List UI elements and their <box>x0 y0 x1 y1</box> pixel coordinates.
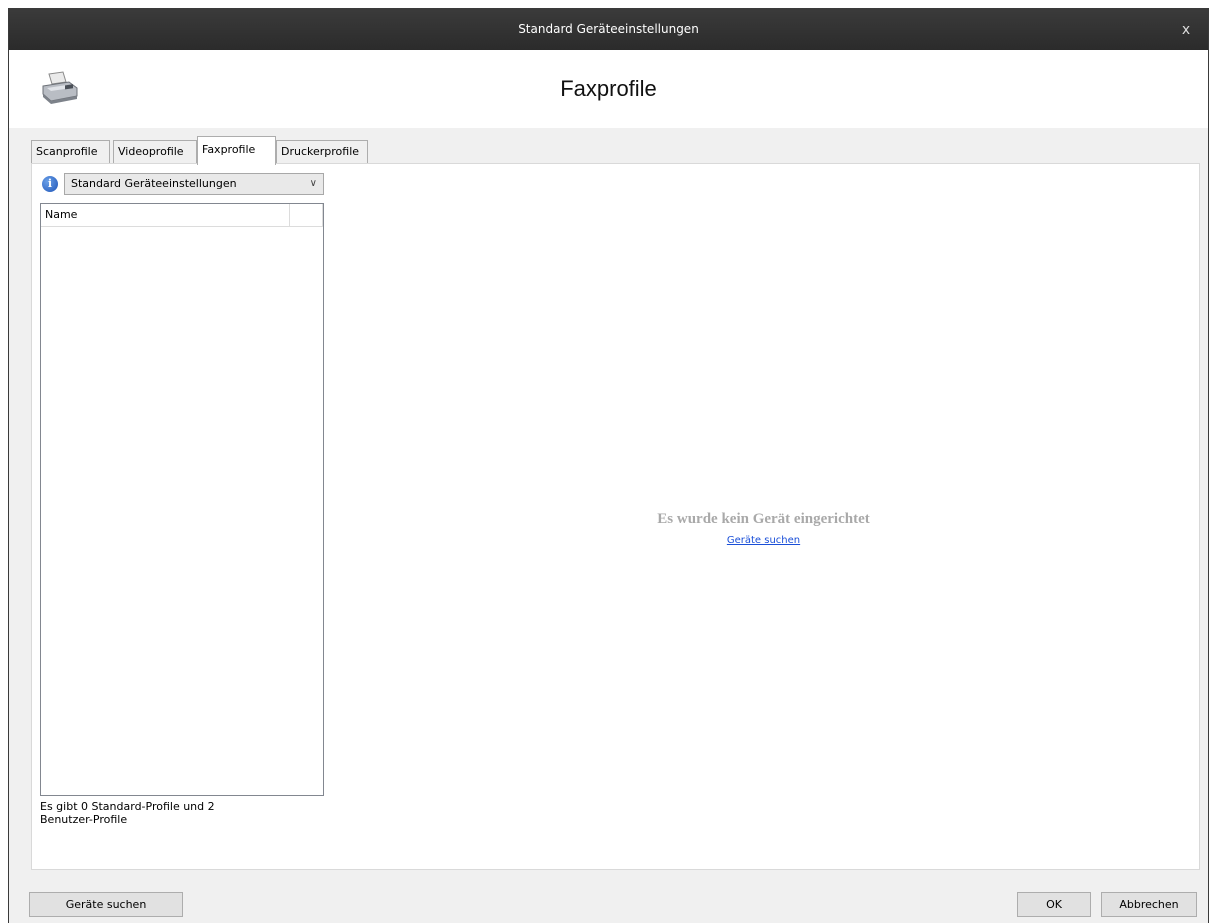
dropdown-value: Standard Geräteeinstellungen <box>71 177 237 190</box>
close-button[interactable]: x <box>1176 8 1196 50</box>
window-title: Standard Geräteeinstellungen <box>518 22 699 36</box>
tab-panel: i Standard Geräteeinstellungen ∨ Name Es… <box>31 163 1200 870</box>
cancel-button[interactable]: Abbrechen <box>1101 892 1197 917</box>
list-header: Name <box>41 204 323 227</box>
chevron-down-icon: ∨ <box>309 178 317 189</box>
search-devices-button[interactable]: Geräte suchen <box>29 892 183 917</box>
column-header-name[interactable]: Name <box>41 204 290 226</box>
tab-druckerprofile[interactable]: Druckerprofile <box>276 140 368 164</box>
tab-scanprofile[interactable]: Scanprofile <box>31 140 110 164</box>
profile-list[interactable]: Name <box>40 203 324 796</box>
profile-count-label: Es gibt 0 Standard-Profile und 2 Benutze… <box>40 800 215 826</box>
dialog-window: Standard Geräteeinstellungen x Faxprofil… <box>8 8 1209 923</box>
column-header-extra[interactable] <box>290 204 323 226</box>
device-settings-dropdown[interactable]: Standard Geräteeinstellungen ∨ <box>64 173 324 195</box>
page-title: Faxprofile <box>560 76 657 101</box>
ok-button[interactable]: OK <box>1017 892 1091 917</box>
title-bar[interactable]: Standard Geräteeinstellungen <box>9 8 1208 50</box>
tab-faxprofile[interactable]: Faxprofile <box>197 136 276 165</box>
search-devices-link[interactable]: Geräte suchen <box>328 535 1199 546</box>
header-banner: Faxprofile <box>9 50 1208 128</box>
info-icon[interactable]: i <box>42 176 58 192</box>
tab-videoprofile[interactable]: Videoprofile <box>113 140 197 164</box>
empty-state-title: Es wurde kein Gerät eingerichtet <box>657 511 870 527</box>
